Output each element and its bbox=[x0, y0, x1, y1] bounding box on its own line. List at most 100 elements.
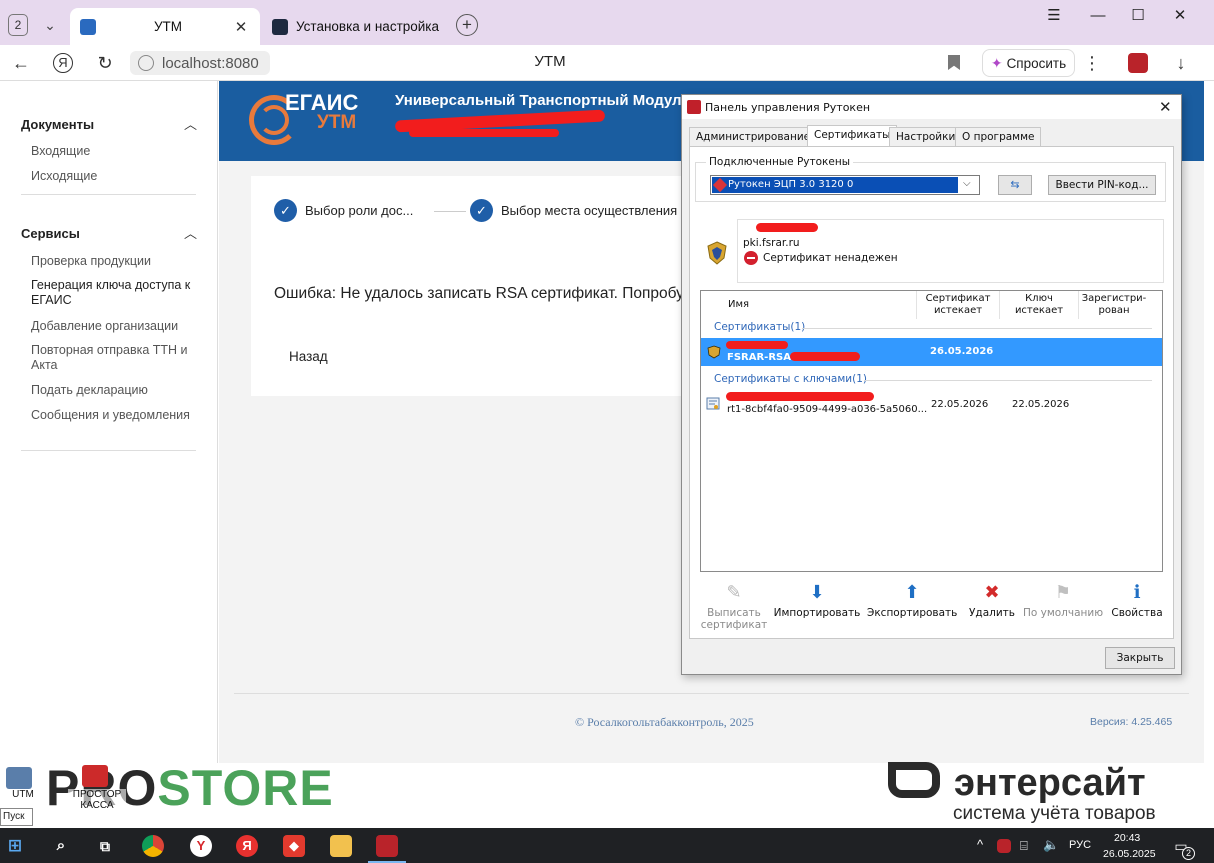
ask-label: Спросить bbox=[1006, 55, 1067, 71]
rutoken-app-icon bbox=[687, 100, 701, 114]
search-icon[interactable]: ⌕ bbox=[50, 835, 72, 857]
download-icon[interactable]: ↓ bbox=[1168, 50, 1194, 76]
footer-divider bbox=[234, 693, 1189, 694]
yandex-browser-icon[interactable]: Y bbox=[190, 835, 212, 857]
refresh-button[interactable]: ⇆ bbox=[998, 175, 1032, 195]
column-header-key-expires[interactable]: Ключ истекает bbox=[1001, 291, 1077, 319]
tray-chevron-icon[interactable]: ^ bbox=[977, 837, 983, 852]
language-indicator[interactable]: РУС bbox=[1069, 839, 1091, 851]
extension-icon[interactable] bbox=[1128, 53, 1148, 73]
tab-list-chevron-icon[interactable]: ⌄ bbox=[35, 10, 65, 40]
redaction-mark bbox=[726, 341, 788, 349]
sidebar: Документы ︿ Входящие Исходящие Сервисы ︿… bbox=[0, 81, 218, 763]
usb-key-icon bbox=[712, 177, 728, 193]
sidebar-item-add-organization[interactable]: Добавление организации bbox=[31, 319, 191, 334]
sidebar-item-messages[interactable]: Сообщения и уведомления bbox=[31, 408, 191, 423]
more-menu-icon[interactable]: ⋮ bbox=[1079, 50, 1105, 76]
import-button[interactable]: ⬇ Импортировать bbox=[772, 583, 862, 620]
tab-certificates[interactable]: Сертификаты bbox=[807, 125, 898, 147]
maximize-button[interactable]: ☐ bbox=[1118, 4, 1158, 28]
wizard-step-1: ✓ Выбор роли дос... bbox=[274, 199, 413, 222]
rutoken-tray-icon[interactable] bbox=[997, 839, 1011, 853]
certificate-emblem-icon bbox=[707, 345, 721, 359]
chevron-up-icon[interactable]: ︿ bbox=[184, 223, 197, 242]
prostor-kassa-shortcut-icon[interactable] bbox=[82, 765, 108, 787]
address-bar: ← Я ↻ localhost:8080 УТМ ✦ Спросить ⋮ ↓ bbox=[0, 45, 1214, 81]
tab-close-icon[interactable]: ✕ bbox=[232, 18, 250, 36]
close-dialog-button[interactable]: Закрыть bbox=[1105, 647, 1175, 669]
wizard-step-2: ✓ Выбор места осуществления bbox=[470, 199, 677, 222]
sidebar-section-services[interactable]: Сервисы bbox=[21, 226, 197, 241]
redaction-mark bbox=[409, 129, 559, 137]
tab-about[interactable]: О программе bbox=[955, 127, 1042, 146]
rutoken-taskbar-icon[interactable] bbox=[376, 835, 398, 857]
redaction-mark bbox=[790, 352, 860, 361]
reload-button[interactable]: ↻ bbox=[92, 50, 118, 76]
tab-count-badge[interactable]: 2 bbox=[8, 14, 28, 36]
windows-start-icon[interactable]: ⊞ bbox=[4, 835, 26, 857]
yandex-home-icon[interactable]: Я bbox=[53, 53, 73, 73]
volume-icon[interactable]: 🔈 bbox=[1043, 837, 1059, 853]
browser-menu-icon[interactable]: ☰ bbox=[1034, 4, 1074, 28]
tab-settings[interactable]: Настройки bbox=[889, 127, 963, 146]
step-connector bbox=[434, 211, 466, 212]
new-tab-button[interactable]: + bbox=[456, 14, 478, 36]
site-info-icon[interactable] bbox=[138, 55, 154, 71]
column-divider bbox=[999, 291, 1000, 319]
tab-administration[interactable]: Администрирование bbox=[689, 127, 818, 146]
step-label: Выбор роли дос... bbox=[305, 203, 414, 218]
network-icon[interactable]: ⌸ bbox=[1020, 838, 1028, 854]
bookmark-icon[interactable] bbox=[948, 55, 960, 70]
token-select[interactable]: Рутокен ЭЦП 3.0 3120 0 ⌵ bbox=[710, 175, 980, 195]
footer-copyright: © Росалкогольтабакконтроль, 2025 bbox=[575, 715, 754, 729]
sidebar-item-outgoing[interactable]: Исходящие bbox=[31, 169, 191, 184]
tab-utm[interactable]: УТМ ✕ bbox=[70, 8, 260, 45]
chevron-up-icon[interactable]: ︿ bbox=[184, 114, 197, 133]
sidebar-item-resend-ttn[interactable]: Повторная отправка ТТН и Акта bbox=[31, 343, 191, 373]
utm-shortcut-icon[interactable] bbox=[6, 767, 32, 789]
ask-assistant-button[interactable]: ✦ Спросить bbox=[982, 49, 1075, 77]
check-icon: ✓ bbox=[470, 199, 493, 222]
window-close-button[interactable]: ✕ bbox=[1160, 4, 1200, 28]
divider bbox=[21, 450, 196, 451]
clock-date[interactable]: 26.05.2025 bbox=[1103, 848, 1156, 860]
chrome-icon[interactable] bbox=[142, 835, 164, 857]
flag-icon: ⚑ bbox=[1054, 582, 1072, 603]
export-icon: ⬆ bbox=[904, 582, 920, 603]
yandex-icon[interactable]: Я bbox=[236, 835, 258, 857]
url-field[interactable]: localhost:8080 bbox=[130, 51, 270, 75]
chevron-down-icon[interactable]: ⌵ bbox=[963, 178, 971, 189]
sidebar-item-declaration[interactable]: Подать декларацию bbox=[31, 383, 191, 398]
utm-shortcut-label[interactable]: UTM bbox=[8, 789, 38, 800]
page-favicon-icon bbox=[272, 18, 288, 35]
column-header-cert-expires[interactable]: Сертификат истекает bbox=[918, 291, 998, 319]
column-header-name[interactable]: Имя bbox=[702, 291, 802, 319]
clock-time[interactable]: 20:43 bbox=[1114, 832, 1140, 844]
sidebar-section-documents[interactable]: Документы bbox=[21, 117, 197, 132]
group-divider bbox=[864, 380, 1152, 381]
rutoken-control-panel-dialog: Панель управления Рутокен ✕ Администриро… bbox=[681, 94, 1182, 675]
sidebar-item-incoming[interactable]: Входящие bbox=[31, 144, 191, 159]
banner-title: Универсальный Транспортный Модуль bbox=[395, 92, 691, 109]
tab-install-guide[interactable]: Установка и настройка УТ bbox=[262, 8, 452, 45]
issue-certificate-button[interactable]: ✎ Выписать сертификат bbox=[689, 583, 779, 632]
task-view-icon[interactable]: ⧉ bbox=[94, 835, 116, 857]
dialog-close-icon[interactable]: ✕ bbox=[1159, 98, 1172, 116]
dialog-titlebar[interactable]: Панель управления Рутокен ✕ bbox=[682, 95, 1181, 119]
desktop-wallpaper: PROSTORE энтерсайт система учёта товаров… bbox=[0, 760, 1214, 828]
back-link-button[interactable]: Назад bbox=[289, 349, 328, 364]
enter-pin-button[interactable]: Ввести PIN-код... bbox=[1048, 175, 1156, 195]
sidebar-item-key-generation[interactable]: Генерация ключа доступа к ЕГАИС bbox=[31, 278, 191, 308]
minimize-button[interactable]: — bbox=[1078, 4, 1118, 28]
column-header-registered[interactable]: Зарегистри-рован bbox=[1082, 291, 1147, 319]
group-header-certs-with-keys: Сертификаты с ключами(1) bbox=[714, 373, 867, 385]
key-expires: 22.05.2026 bbox=[1012, 399, 1070, 410]
file-explorer-icon[interactable] bbox=[330, 835, 352, 857]
prostor-kassa-shortcut-label[interactable]: ПРОСТОР КАССА bbox=[68, 789, 126, 811]
properties-button[interactable]: ℹ Свойства bbox=[1092, 582, 1182, 620]
sidebar-item-product-check[interactable]: Проверка продукции bbox=[31, 254, 191, 269]
info-icon: ℹ bbox=[1133, 582, 1141, 603]
back-button[interactable]: ← bbox=[8, 50, 34, 76]
anydesk-icon[interactable]: ◆ bbox=[283, 835, 305, 857]
export-button[interactable]: ⬆ Экспортировать bbox=[867, 582, 957, 620]
